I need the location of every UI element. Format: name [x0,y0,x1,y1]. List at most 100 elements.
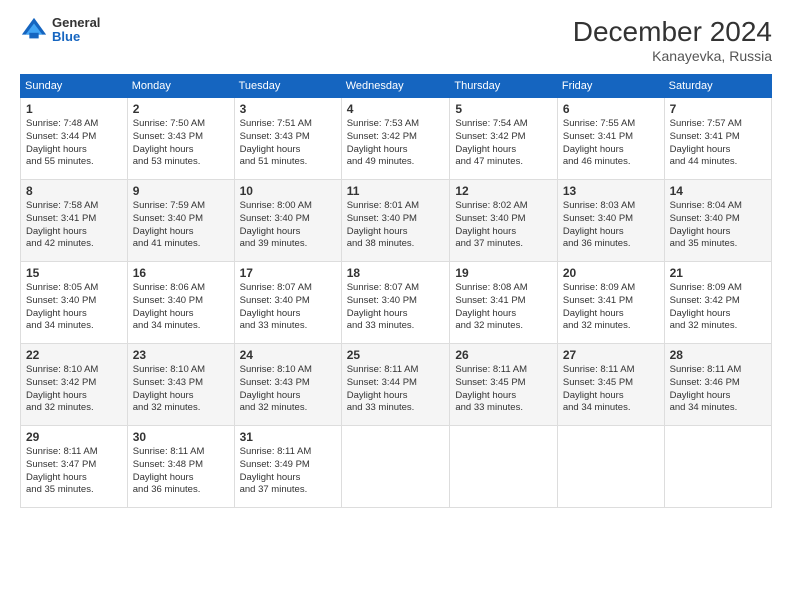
calendar-cell: 30 Sunrise: 8:11 AMSunset: 3:48 PMDaylig… [127,426,234,508]
day-info: Sunrise: 8:05 AMSunset: 3:40 PMDaylight … [26,282,98,331]
day-info: Sunrise: 8:10 AMSunset: 3:43 PMDaylight … [133,364,205,413]
day-info: Sunrise: 7:54 AMSunset: 3:42 PMDaylight … [455,118,527,167]
day-info: Sunrise: 7:50 AMSunset: 3:43 PMDaylight … [133,118,205,167]
calendar-cell [664,426,771,508]
day-number: 24 [240,348,336,362]
calendar-cell: 4 Sunrise: 7:53 AMSunset: 3:42 PMDayligh… [341,98,450,180]
calendar-cell: 1 Sunrise: 7:48 AMSunset: 3:44 PMDayligh… [21,98,128,180]
calendar-cell [557,426,664,508]
day-info: Sunrise: 8:01 AMSunset: 3:40 PMDaylight … [347,200,419,249]
month-title: December 2024 [573,16,772,48]
day-number: 9 [133,184,229,198]
calendar-cell: 24 Sunrise: 8:10 AMSunset: 3:43 PMDaylig… [234,344,341,426]
logo-icon [20,16,48,44]
day-info: Sunrise: 8:09 AMSunset: 3:42 PMDaylight … [670,282,742,331]
day-info: Sunrise: 8:10 AMSunset: 3:43 PMDaylight … [240,364,312,413]
day-info: Sunrise: 8:02 AMSunset: 3:40 PMDaylight … [455,200,527,249]
day-number: 31 [240,430,336,444]
calendar-cell: 5 Sunrise: 7:54 AMSunset: 3:42 PMDayligh… [450,98,558,180]
day-info: Sunrise: 8:07 AMSunset: 3:40 PMDaylight … [347,282,419,331]
logo: General Blue [20,16,100,45]
page: General Blue December 2024 Kanayevka, Ru… [0,0,792,612]
calendar-cell [450,426,558,508]
day-number: 20 [563,266,659,280]
day-number: 17 [240,266,336,280]
day-number: 25 [347,348,445,362]
day-of-week-header: Sunday [21,75,128,98]
day-number: 2 [133,102,229,116]
calendar-cell: 7 Sunrise: 7:57 AMSunset: 3:41 PMDayligh… [664,98,771,180]
day-info: Sunrise: 8:04 AMSunset: 3:40 PMDaylight … [670,200,742,249]
calendar-cell: 9 Sunrise: 7:59 AMSunset: 3:40 PMDayligh… [127,180,234,262]
calendar-cell [341,426,450,508]
day-number: 4 [347,102,445,116]
day-number: 22 [26,348,122,362]
logo-text: General Blue [52,16,100,45]
day-number: 1 [26,102,122,116]
day-of-week-header: Saturday [664,75,771,98]
day-info: Sunrise: 8:09 AMSunset: 3:41 PMDaylight … [563,282,635,331]
title-section: December 2024 Kanayevka, Russia [573,16,772,64]
calendar-week-row: 15 Sunrise: 8:05 AMSunset: 3:40 PMDaylig… [21,262,772,344]
day-number: 15 [26,266,122,280]
day-info: Sunrise: 7:53 AMSunset: 3:42 PMDaylight … [347,118,419,167]
day-info: Sunrise: 8:11 AMSunset: 3:44 PMDaylight … [347,364,419,413]
calendar-cell: 31 Sunrise: 8:11 AMSunset: 3:49 PMDaylig… [234,426,341,508]
day-info: Sunrise: 7:48 AMSunset: 3:44 PMDaylight … [26,118,98,167]
calendar-cell: 23 Sunrise: 8:10 AMSunset: 3:43 PMDaylig… [127,344,234,426]
day-number: 5 [455,102,552,116]
day-info: Sunrise: 8:11 AMSunset: 3:47 PMDaylight … [26,446,98,495]
calendar-cell: 13 Sunrise: 8:03 AMSunset: 3:40 PMDaylig… [557,180,664,262]
calendar-cell: 12 Sunrise: 8:02 AMSunset: 3:40 PMDaylig… [450,180,558,262]
day-of-week-header: Tuesday [234,75,341,98]
day-of-week-header: Friday [557,75,664,98]
day-info: Sunrise: 7:57 AMSunset: 3:41 PMDaylight … [670,118,742,167]
calendar-cell: 17 Sunrise: 8:07 AMSunset: 3:40 PMDaylig… [234,262,341,344]
calendar-week-row: 29 Sunrise: 8:11 AMSunset: 3:47 PMDaylig… [21,426,772,508]
calendar-cell: 2 Sunrise: 7:50 AMSunset: 3:43 PMDayligh… [127,98,234,180]
day-number: 29 [26,430,122,444]
day-info: Sunrise: 8:11 AMSunset: 3:46 PMDaylight … [670,364,742,413]
header: General Blue December 2024 Kanayevka, Ru… [20,16,772,64]
calendar-cell: 22 Sunrise: 8:10 AMSunset: 3:42 PMDaylig… [21,344,128,426]
day-number: 13 [563,184,659,198]
calendar-cell: 3 Sunrise: 7:51 AMSunset: 3:43 PMDayligh… [234,98,341,180]
day-number: 18 [347,266,445,280]
calendar-cell: 29 Sunrise: 8:11 AMSunset: 3:47 PMDaylig… [21,426,128,508]
day-number: 11 [347,184,445,198]
day-number: 21 [670,266,766,280]
day-number: 26 [455,348,552,362]
day-of-week-header: Monday [127,75,234,98]
day-number: 3 [240,102,336,116]
day-number: 6 [563,102,659,116]
calendar-cell: 11 Sunrise: 8:01 AMSunset: 3:40 PMDaylig… [341,180,450,262]
day-number: 23 [133,348,229,362]
day-info: Sunrise: 8:10 AMSunset: 3:42 PMDaylight … [26,364,98,413]
day-info: Sunrise: 8:08 AMSunset: 3:41 PMDaylight … [455,282,527,331]
calendar-week-row: 8 Sunrise: 7:58 AMSunset: 3:41 PMDayligh… [21,180,772,262]
day-info: Sunrise: 8:11 AMSunset: 3:49 PMDaylight … [240,446,312,495]
calendar-cell: 6 Sunrise: 7:55 AMSunset: 3:41 PMDayligh… [557,98,664,180]
calendar-week-row: 22 Sunrise: 8:10 AMSunset: 3:42 PMDaylig… [21,344,772,426]
day-info: Sunrise: 8:07 AMSunset: 3:40 PMDaylight … [240,282,312,331]
calendar-cell: 15 Sunrise: 8:05 AMSunset: 3:40 PMDaylig… [21,262,128,344]
calendar-week-row: 1 Sunrise: 7:48 AMSunset: 3:44 PMDayligh… [21,98,772,180]
day-info: Sunrise: 8:03 AMSunset: 3:40 PMDaylight … [563,200,635,249]
day-info: Sunrise: 7:58 AMSunset: 3:41 PMDaylight … [26,200,98,249]
day-number: 12 [455,184,552,198]
calendar-cell: 26 Sunrise: 8:11 AMSunset: 3:45 PMDaylig… [450,344,558,426]
calendar-header-row: SundayMondayTuesdayWednesdayThursdayFrid… [21,75,772,98]
day-info: Sunrise: 8:11 AMSunset: 3:45 PMDaylight … [455,364,527,413]
calendar-cell: 25 Sunrise: 8:11 AMSunset: 3:44 PMDaylig… [341,344,450,426]
day-of-week-header: Wednesday [341,75,450,98]
day-number: 8 [26,184,122,198]
calendar-cell: 18 Sunrise: 8:07 AMSunset: 3:40 PMDaylig… [341,262,450,344]
day-number: 19 [455,266,552,280]
calendar-cell: 10 Sunrise: 8:00 AMSunset: 3:40 PMDaylig… [234,180,341,262]
day-info: Sunrise: 7:55 AMSunset: 3:41 PMDaylight … [563,118,635,167]
location: Kanayevka, Russia [573,48,772,64]
day-number: 27 [563,348,659,362]
day-info: Sunrise: 8:06 AMSunset: 3:40 PMDaylight … [133,282,205,331]
calendar-table: SundayMondayTuesdayWednesdayThursdayFrid… [20,74,772,508]
day-number: 16 [133,266,229,280]
